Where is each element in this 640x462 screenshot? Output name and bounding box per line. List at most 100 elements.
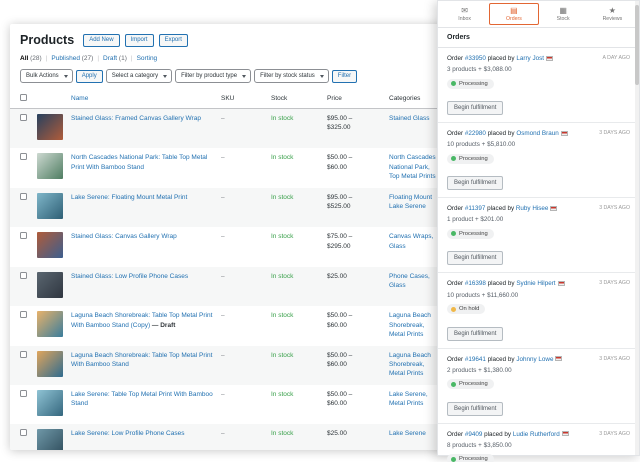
row-checkbox[interactable] (20, 389, 27, 397)
filters-bar: Bulk Actions Apply Select a category Fil… (10, 65, 468, 90)
row-checkbox[interactable] (20, 350, 27, 358)
export-button[interactable]: Export (158, 33, 188, 47)
category-select[interactable]: Select a category (105, 69, 173, 83)
order-status-text: Processing (459, 155, 488, 162)
customer-link[interactable]: Osmond Braun (516, 130, 558, 137)
subnav-link[interactable]: Published (51, 55, 80, 62)
bulk-actions-select[interactable]: Bulk Actions (20, 69, 73, 83)
stock-status: In stock (271, 351, 294, 359)
order-summary: 10 products + $5,810.00 (447, 141, 516, 149)
product-thumbnail[interactable] (37, 192, 63, 219)
subnav-item-sorting[interactable]: Sorting (137, 55, 158, 62)
product-thumbnail[interactable] (37, 350, 63, 377)
add-new-button[interactable]: Add New (83, 33, 120, 47)
order-prefix: Order (447, 130, 464, 138)
table-row: Lake Serene: Low Profile Phone Cases – I… (10, 424, 468, 450)
subnav-link[interactable]: Draft (103, 55, 117, 62)
order-number-link[interactable]: #22980 (465, 130, 486, 137)
tab-stock[interactable]: ▦ Stock (539, 3, 588, 25)
column-header-stock: Stock (268, 90, 324, 109)
subnav-item-all[interactable]: All (28) (20, 55, 42, 62)
status-dot-icon (451, 306, 456, 312)
subnav-item-published[interactable]: Published (27) (51, 55, 93, 62)
scrollbar[interactable] (635, 1, 639, 455)
order-summary: 2 products + $1,380.00 (447, 366, 512, 374)
row-checkbox[interactable] (20, 153, 27, 161)
customer-link[interactable]: Johnny Lowe (516, 356, 553, 363)
product-name-link[interactable]: Lake Serene: Table Top Metal Print With … (71, 391, 213, 407)
subnav-count: (1) (117, 55, 127, 62)
product-state-label: — Draft (150, 321, 176, 329)
tab-orders[interactable]: ▤ Orders (489, 3, 539, 25)
product-thumbnail[interactable] (37, 271, 63, 298)
stock-status-select[interactable]: Filter by stock status (254, 69, 329, 83)
product-price: $50.00 – $60.00 (327, 390, 353, 408)
subnav-separator: | (97, 55, 100, 62)
row-checkbox[interactable] (20, 232, 27, 240)
products-table-body: Stained Glass: Framed Canvas Gallery Wra… (10, 108, 468, 450)
begin-fulfillment-button[interactable]: Begin fulfillment (447, 326, 504, 341)
product-name-link[interactable]: Stained Glass: Low Profile Phone Cases (71, 273, 188, 280)
status-dot-icon (451, 381, 456, 387)
scrollbar-thumb[interactable] (635, 5, 639, 85)
row-checkbox[interactable] (20, 429, 27, 437)
import-button[interactable]: Import (124, 33, 154, 47)
order-prefix: Order (447, 280, 464, 288)
product-thumbnail[interactable] (37, 114, 63, 140)
customer-link[interactable]: Sydnie Hilpert (516, 280, 555, 287)
select-all-checkbox[interactable] (20, 94, 27, 101)
product-name-link[interactable]: Stained Glass: Canvas Gallery Wrap (71, 233, 177, 240)
begin-fulfillment-button[interactable]: Begin fulfillment (447, 101, 504, 116)
row-checkbox[interactable] (20, 114, 27, 121)
tab-reviews[interactable]: ★ Reviews (588, 3, 637, 25)
order-number-link[interactable]: #19641 (465, 356, 486, 363)
order-number-link[interactable]: #9409 (465, 431, 483, 438)
placed-by-text: placed by (487, 205, 515, 213)
column-header-name[interactable]: Name (68, 90, 218, 109)
row-checkbox[interactable] (20, 271, 27, 279)
begin-fulfillment-button[interactable]: Begin fulfillment (447, 176, 504, 191)
row-checkbox[interactable] (20, 311, 27, 319)
product-name-link[interactable]: Laguna Beach Shorebreak: Table Top Metal… (71, 352, 212, 368)
orders-list: Order #33950 placed by Larry Jost A DAY … (438, 48, 639, 462)
order-number-link[interactable]: #16398 (465, 280, 486, 287)
product-name-link[interactable]: North Cascades National Park: Table Top … (71, 154, 207, 170)
placed-by-text: placed by (487, 280, 515, 288)
table-row: Lake Serene: Table Top Metal Print With … (10, 385, 468, 424)
customer-link[interactable]: Ludie Rutherford (513, 431, 560, 438)
stock-status: In stock (271, 154, 294, 162)
product-type-select[interactable]: Filter by product type (175, 69, 252, 83)
order-status-text: Processing (459, 456, 488, 462)
customer-link[interactable]: Ruby Hisee (516, 205, 549, 212)
product-thumbnail[interactable] (37, 232, 63, 259)
order-number-link[interactable]: #33950 (465, 55, 486, 62)
apply-button[interactable]: Apply (75, 69, 103, 83)
filter-button[interactable]: Filter (331, 69, 358, 83)
product-thumbnail[interactable] (37, 311, 63, 338)
product-price: $25.00 (327, 272, 347, 280)
product-sku: – (221, 312, 225, 320)
status-dot-icon (451, 81, 456, 87)
product-name-link[interactable]: Laguna Beach Shorebreak: Table Top Metal… (71, 312, 212, 328)
tab-inbox[interactable]: ✉ Inbox (440, 3, 489, 25)
product-thumbnail[interactable] (37, 429, 63, 450)
country-flag-icon (557, 281, 565, 287)
order-timestamp: A DAY AGO (602, 55, 631, 61)
products-table: Name SKU Stock Price Categories Stained … (10, 90, 468, 450)
row-checkbox[interactable] (20, 192, 27, 200)
order-number-link[interactable]: #11397 (465, 205, 486, 212)
begin-fulfillment-button[interactable]: Begin fulfillment (447, 251, 504, 266)
customer-link[interactable]: Larry Jost (516, 55, 544, 62)
product-name-link[interactable]: Lake Serene: Floating Mount Metal Print (71, 194, 187, 201)
stock-status: In stock (271, 390, 294, 398)
product-name-link[interactable]: Lake Serene: Low Profile Phone Cases (71, 430, 184, 437)
order-timestamp: 3 DAYS AGO (599, 130, 630, 137)
product-thumbnail[interactable] (37, 153, 63, 180)
subnav-item-draft[interactable]: Draft (1) (103, 55, 127, 62)
begin-fulfillment-button[interactable]: Begin fulfillment (447, 401, 504, 416)
product-thumbnail[interactable] (37, 389, 63, 416)
product-name-link[interactable]: Stained Glass: Framed Canvas Gallery Wra… (71, 115, 201, 122)
order-prefix: Order (447, 205, 464, 213)
product-price: $50.00 – $60.00 (327, 312, 353, 329)
subnav-link[interactable]: Sorting (137, 55, 158, 62)
